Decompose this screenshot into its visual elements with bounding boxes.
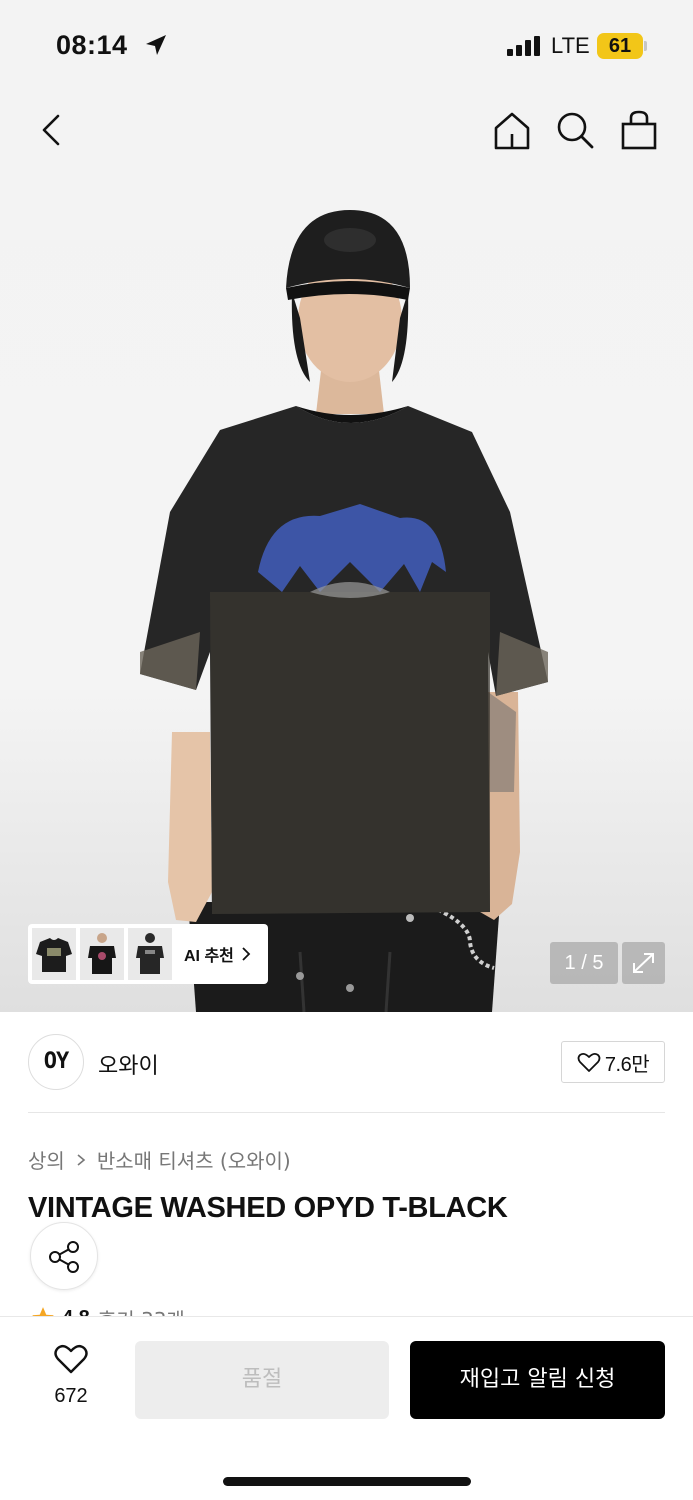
divider <box>28 1112 665 1113</box>
status-bar: 08:14 LTE 61 <box>0 0 693 92</box>
bottom-action-bar: 672 품절 재입고 알림 신청 <box>0 1316 693 1500</box>
heart-icon <box>577 1052 601 1072</box>
brand-like-count: 7.6만 <box>604 1053 650 1076</box>
home-indicator[interactable] <box>223 1477 471 1486</box>
chevron-right-icon <box>242 947 251 961</box>
home-button[interactable] <box>488 106 536 154</box>
heart-icon <box>54 1344 88 1374</box>
location-arrow-icon <box>146 35 166 55</box>
share-icon <box>49 1241 79 1273</box>
restock-alert-button[interactable]: 재입고 알림 신청 <box>410 1341 665 1419</box>
product-image-gallery[interactable]: AI 추천 1 / 5 <box>0 92 693 1012</box>
recommend-thumbnail[interactable] <box>80 928 124 980</box>
breadcrumb-category[interactable]: 상의 <box>28 1145 65 1174</box>
recommend-thumbnail[interactable] <box>128 928 172 980</box>
ai-recommend-label[interactable]: AI 추천 <box>184 942 234 966</box>
expand-icon[interactable] <box>622 942 665 984</box>
soldout-button: 품절 <box>135 1341 389 1419</box>
recommend-thumbnail[interactable] <box>32 928 76 980</box>
product-photo <box>140 210 548 1012</box>
brand-logo[interactable]: OY <box>28 1034 84 1090</box>
brand-like-button[interactable]: 7.6만 <box>561 1041 665 1083</box>
brand-row: OY 오와이 7.6만 <box>28 1034 665 1092</box>
back-button[interactable] <box>26 106 74 154</box>
breadcrumb-subcategory[interactable]: 반소매 티셔츠 (오와이) <box>97 1145 291 1174</box>
signal-icon <box>507 36 540 56</box>
status-time: 08:14 <box>56 30 128 60</box>
ai-recommend-strip[interactable]: AI 추천 <box>28 924 268 984</box>
breadcrumb: 상의 반소매 티셔츠 (오와이) <box>28 1145 291 1174</box>
wishlist-count: 672 <box>54 1385 88 1407</box>
image-counter: 1 / 5 <box>550 942 618 984</box>
battery-nub <box>644 41 647 51</box>
chevron-right-icon <box>77 1153 86 1166</box>
battery-indicator: 61 <box>597 33 643 59</box>
share-button[interactable] <box>30 1222 98 1290</box>
wishlist-button[interactable]: 672 <box>36 1343 106 1413</box>
network-type: LTE <box>551 33 590 58</box>
search-button[interactable] <box>551 106 599 154</box>
brand-name[interactable]: 오와이 <box>98 1048 159 1080</box>
product-title: VINTAGE WASHED OPYD T-BLACK <box>28 1192 508 1224</box>
shopping-bag-button[interactable] <box>615 106 663 154</box>
